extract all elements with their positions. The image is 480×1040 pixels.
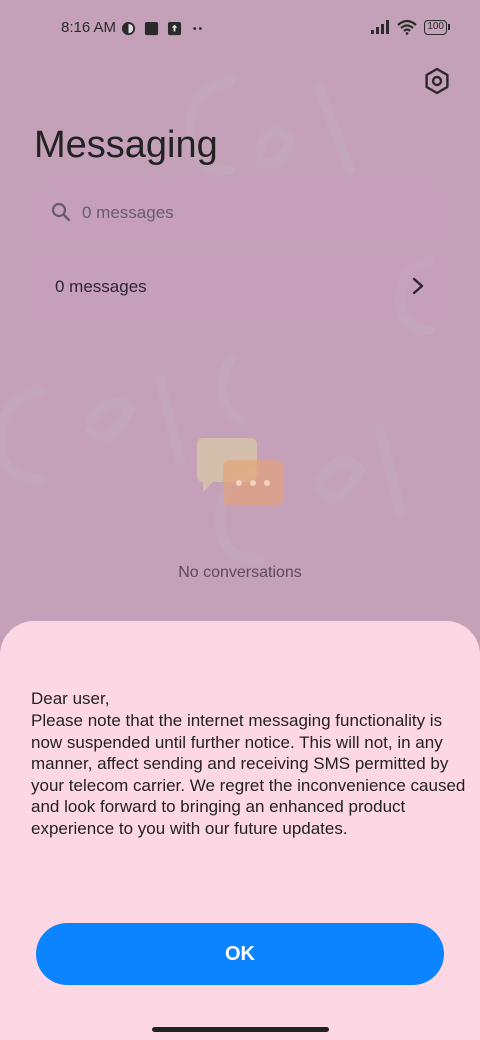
messages-card-label: 0 messages <box>55 277 147 296</box>
signal-icon <box>371 20 390 34</box>
ok-button[interactable]: OK <box>36 923 444 985</box>
app-notification-icon <box>121 21 136 35</box>
search-input[interactable]: 0 messages <box>31 186 449 238</box>
more-dots-icon <box>193 26 202 30</box>
upload-notification-icon <box>167 21 182 35</box>
notice-dialog: Dear user, Please note that the internet… <box>0 621 480 1040</box>
battery-level: 100 <box>424 19 447 35</box>
battery-icon: 100 <box>424 19 450 35</box>
search-placeholder: 0 messages <box>82 203 174 222</box>
dialog-greeting: Dear user, <box>31 689 110 708</box>
square-notification-icon <box>144 21 159 35</box>
system-icons: 100 <box>370 19 450 35</box>
wifi-icon <box>397 19 418 35</box>
empty-state-text: No conversations <box>178 564 302 581</box>
status-bar: 8:16 AM 100 <box>0 14 480 42</box>
messages-card[interactable]: 0 messages <box>31 257 449 317</box>
notification-icons <box>121 20 205 36</box>
page-title: Messaging <box>34 124 218 166</box>
status-time: 8:16 AM <box>61 19 117 36</box>
dialog-message: Please note that the internet messaging … <box>31 711 466 838</box>
chevron-right-icon <box>412 277 424 295</box>
empty-conversations-icon <box>197 438 283 506</box>
search-icon <box>51 202 71 222</box>
home-indicator[interactable] <box>152 1027 329 1032</box>
settings-icon[interactable] <box>423 67 451 95</box>
